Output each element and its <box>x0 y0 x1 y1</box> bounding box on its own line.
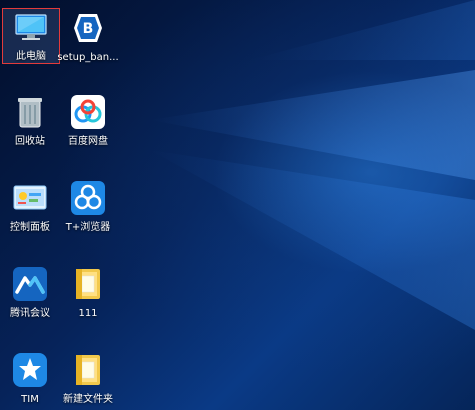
baidu-netdisk-icon <box>68 92 108 132</box>
desktop-icon-t-browser[interactable]: T+浏览器 <box>56 178 120 234</box>
desktop-icon-label: TIM <box>21 394 39 405</box>
control-panel-icon <box>10 178 50 218</box>
desktop[interactable]: 此电脑 B setup_ban... 回收站 百度网盘 控制面板 T+浏览器 腾… <box>0 0 475 410</box>
setup-app-icon: B <box>68 8 108 48</box>
desktop-icon-label: 百度网盘 <box>68 136 108 147</box>
recycle-bin-icon <box>10 92 50 132</box>
tim-icon <box>10 350 50 390</box>
folder-icon <box>68 264 108 304</box>
desktop-icon-label: 腾讯会议 <box>10 308 50 319</box>
desktop-icon-setup[interactable]: B setup_ban... <box>56 8 120 64</box>
desktop-icon-baidu-netdisk[interactable]: 百度网盘 <box>56 92 120 148</box>
tencent-meeting-icon <box>10 264 50 304</box>
svg-text:B: B <box>83 21 94 37</box>
t-browser-icon <box>68 178 108 218</box>
desktop-icon-folder-111[interactable]: 111 <box>56 264 120 320</box>
desktop-icon-label: 111 <box>78 308 98 319</box>
desktop-icon-label: 新建文件夹 <box>63 394 113 405</box>
desktop-icon-new-folder[interactable]: 新建文件夹 <box>56 350 120 406</box>
desktop-icon-tencent-meeting[interactable]: 腾讯会议 <box>0 264 62 320</box>
desktop-icon-label: 控制面板 <box>10 222 50 233</box>
desktop-icon-recycle-bin[interactable]: 回收站 <box>0 92 62 148</box>
desktop-icon-control-panel[interactable]: 控制面板 <box>0 178 62 234</box>
desktop-icon-label: 回收站 <box>15 136 45 147</box>
this-pc-icon <box>11 9 51 47</box>
desktop-icon-label: T+浏览器 <box>65 222 111 233</box>
desktop-icon-tim[interactable]: TIM <box>0 350 62 406</box>
desktop-icon-label: setup_ban... <box>57 52 119 63</box>
desktop-icon-this-pc[interactable]: 此电脑 <box>2 8 60 64</box>
folder-icon <box>68 350 108 390</box>
desktop-icon-label: 此电脑 <box>16 51 46 62</box>
